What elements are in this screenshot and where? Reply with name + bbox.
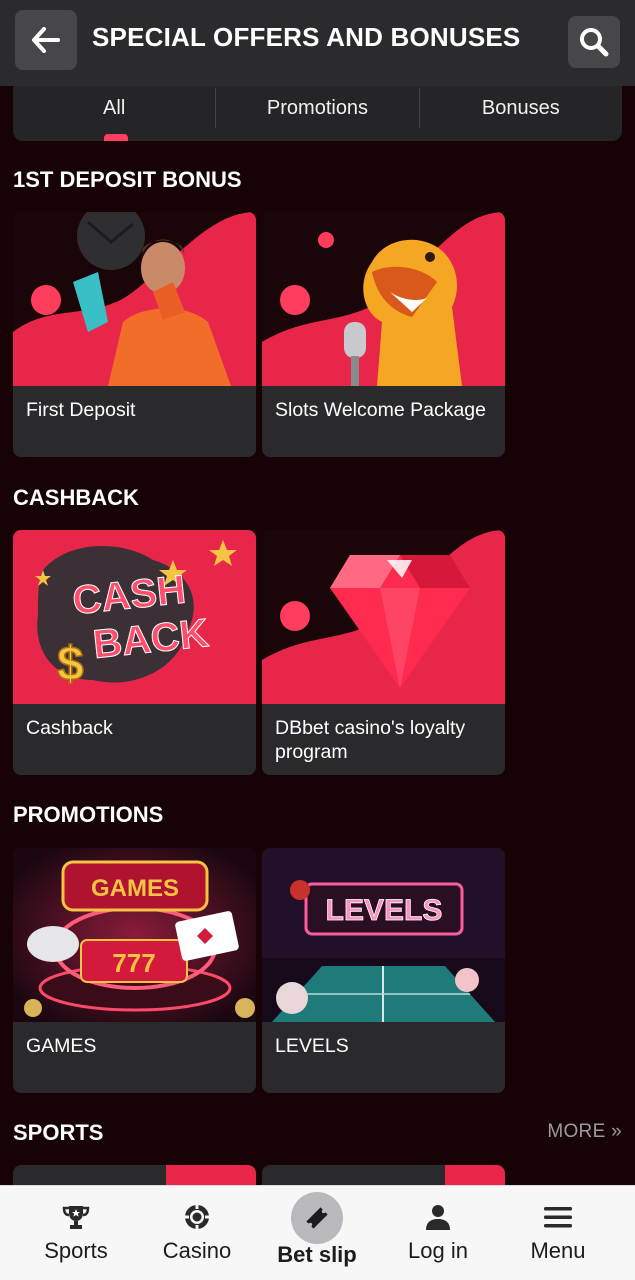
search-icon [580, 28, 609, 57]
card-label: Cashback [26, 717, 113, 739]
nav-label: Sports [44, 1238, 108, 1263]
card-label: First Deposit [26, 399, 136, 421]
nav-sports[interactable]: Sports [16, 1186, 136, 1280]
offer-card-cashback[interactable]: CASH BACK $ Cashback [13, 530, 256, 775]
search-button[interactable] [568, 16, 620, 68]
section-title-first-deposit: 1ST DEPOSIT BONUS [13, 167, 242, 192]
card-image-goalkeeper [13, 212, 256, 386]
sports-more-link[interactable]: MORE » [547, 1121, 622, 1143]
tab-bonuses[interactable]: Bonuses [420, 86, 622, 130]
card-image-dinosaur [262, 212, 505, 386]
card-image-levels: LEVELS [262, 848, 505, 1022]
tab-all[interactable]: All [13, 86, 215, 130]
image-text-levels: LEVELS [326, 894, 443, 927]
nav-label: Menu [530, 1238, 586, 1263]
active-tab-indicator [104, 134, 128, 141]
section-title-sports: SPORTS [13, 1120, 104, 1145]
user-icon [426, 1205, 450, 1230]
filter-tabs: All Promotions Bonuses [13, 86, 622, 141]
hamburger-menu-icon [544, 1207, 572, 1228]
card-label: DBbet casino's loyalty program [275, 717, 466, 763]
nav-label: Casino [162, 1238, 232, 1263]
card-image-games: GAMES 777 [13, 848, 256, 1022]
offer-card-first-deposit[interactable]: First Deposit [13, 212, 256, 457]
nav-bet-slip[interactable]: Bet slip [257, 1186, 377, 1280]
top-header: SPECIAL OFFERS AND BONUSES [0, 0, 635, 86]
offer-card-slots-welcome[interactable]: Slots Welcome Package [262, 212, 505, 457]
image-text-reels: 777 [112, 948, 155, 978]
page-title: SPECIAL OFFERS AND BONUSES [92, 22, 521, 52]
bottom-navigation: Sports Casino Bet slip Log in Menu [0, 1185, 635, 1280]
image-text-games: GAMES [91, 875, 179, 902]
section-title-cashback: CASHBACK [13, 485, 139, 510]
nav-label: Bet slip [277, 1242, 357, 1267]
card-image-cashback: CASH BACK $ [13, 530, 256, 704]
section-title-promotions: PROMOTIONS [13, 802, 164, 827]
svg-text:$: $ [57, 638, 84, 691]
card-label: Slots Welcome Package [275, 399, 486, 421]
nav-log-in[interactable]: Log in [378, 1186, 498, 1280]
card-label: LEVELS [275, 1035, 349, 1057]
back-button[interactable] [15, 10, 77, 70]
trophy-icon [62, 1206, 90, 1229]
nav-casino[interactable]: Casino [137, 1186, 257, 1280]
card-image-ruby [262, 530, 505, 704]
offer-card-levels[interactable]: LEVELS LEVELS [262, 848, 505, 1093]
offer-card-games[interactable]: GAMES 777 GAMES [13, 848, 256, 1093]
casino-chip-icon [185, 1205, 209, 1229]
nav-menu[interactable]: Menu [498, 1186, 618, 1280]
card-label: GAMES [26, 1035, 97, 1057]
arrow-left-icon [32, 27, 60, 53]
offer-card-loyalty[interactable]: DBbet casino's loyalty program [262, 530, 505, 775]
tab-promotions[interactable]: Promotions [216, 86, 418, 130]
nav-label: Log in [408, 1238, 468, 1263]
